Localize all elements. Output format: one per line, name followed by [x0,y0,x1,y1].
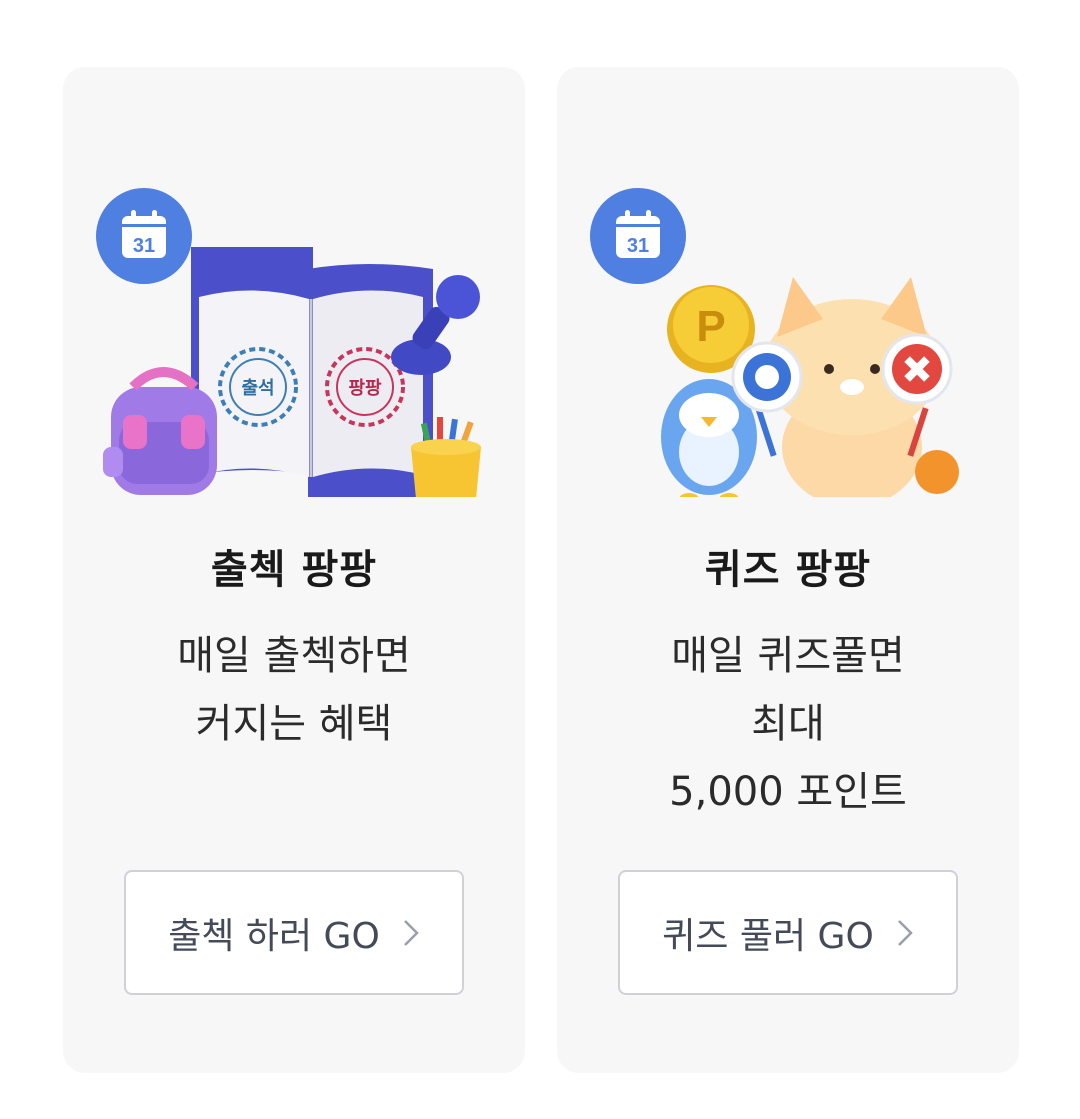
button-label: 출첵 하러 GO [168,915,380,957]
attendance-go-button[interactable]: 출첵 하러 GO [124,870,464,995]
quiz-illustration: P [661,277,959,497]
description-line: 매일 출첵하면 [177,633,411,679]
quiz-go-button[interactable]: 퀴즈 풀러 GO [618,870,958,995]
card-title: 퀴즈 팡팡 [704,547,872,593]
book-icon [191,247,433,497]
description-line: 매일 퀴즈풀면 [671,633,905,679]
card-description: 매일 출첵하면 커지는 혜택 [63,622,525,758]
description-line: 최대 [751,701,825,747]
attendance-illustration: 출석 팡팡 [103,247,481,497]
stamp-right-text: 팡팡 [348,378,382,399]
description-line: 5,000 포인트 [669,769,907,815]
coin-letter: P [696,302,725,351]
card-title: 출첵 팡팡 [210,547,378,593]
chevron-right-icon [402,918,420,948]
quiz-card[interactable]: 31 P 퀴즈 팡팡 매일 퀴즈풀면 최대 5,000 포인트 퀴즈 풀러 GO [557,67,1019,1073]
button-label: 퀴즈 풀러 GO [662,915,874,957]
attendance-card[interactable]: 31 출석 팡팡 출첵 팡팡 매일 출첵하면 커지는 혜택 출첵 하러 GO [63,67,525,1073]
description-line: 커지는 혜택 [195,701,393,747]
card-description: 매일 퀴즈풀면 최대 5,000 포인트 [557,622,1019,826]
backpack-icon [103,367,217,495]
chevron-right-icon [896,918,914,948]
stamp-left-text: 출석 [241,378,274,399]
